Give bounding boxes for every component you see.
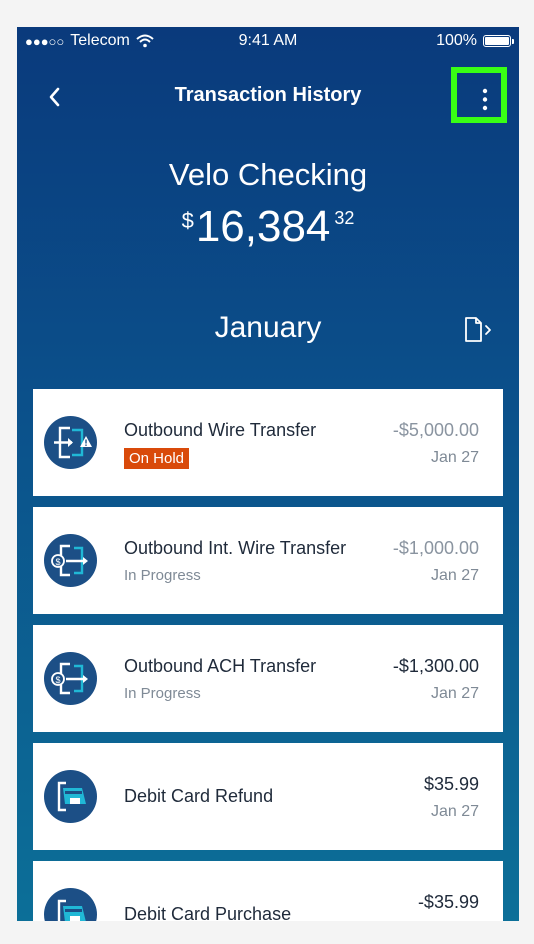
transaction-card[interactable]: Outbound Wire Transfer On Hold -$5,000.0… bbox=[33, 389, 503, 496]
export-statement-button[interactable] bbox=[461, 315, 501, 345]
transaction-card[interactable]: Debit Card Purchase -$35.99 bbox=[33, 861, 503, 921]
transaction-amount: -$5,000.00 bbox=[392, 420, 479, 440]
wire-transfer-warning-icon bbox=[44, 416, 97, 469]
transaction-status: In Progress bbox=[124, 567, 201, 584]
balance-currency: $ bbox=[181, 208, 194, 233]
transaction-date: Jan 27 bbox=[430, 685, 479, 702]
transaction-card[interactable]: Debit Card Refund $35.99 Jan 27 bbox=[33, 743, 503, 850]
battery-icon bbox=[483, 35, 514, 47]
transaction-title: Outbound Int. Wire Transfer bbox=[124, 538, 347, 558]
month-header: January bbox=[214, 311, 322, 344]
transaction-date: Jan 27 bbox=[430, 567, 479, 584]
transaction-amount: -$1,300.00 bbox=[392, 656, 479, 676]
status-badge: On Hold bbox=[124, 448, 190, 469]
battery-percent: 100% bbox=[436, 32, 477, 49]
debit-card-icon bbox=[44, 888, 97, 921]
phone-screen: ●●●○○ Telecom 9:41 AM 100% Transaction H… bbox=[17, 27, 519, 921]
navigation-bar: Transaction History bbox=[17, 65, 519, 129]
balance-whole: 16,384 bbox=[195, 202, 331, 251]
transaction-amount: $35.99 bbox=[423, 774, 479, 794]
transaction-card[interactable]: $ Outbound ACH Transfer In Progress -$1,… bbox=[33, 625, 503, 732]
document-chevron-icon bbox=[465, 317, 491, 342]
vertical-ellipsis-icon bbox=[482, 88, 488, 111]
transaction-status: In Progress bbox=[124, 685, 201, 702]
transaction-date: Jan 27 bbox=[430, 803, 479, 820]
transaction-amount: -$1,000.00 bbox=[392, 538, 479, 558]
transaction-amount: -$35.99 bbox=[417, 892, 479, 912]
status-bar: ●●●○○ Telecom 9:41 AM 100% bbox=[17, 27, 519, 55]
svg-text:$: $ bbox=[55, 675, 60, 685]
balance-cents: 32 bbox=[334, 208, 355, 228]
transaction-card[interactable]: $ Outbound Int. Wire Transfer In Progres… bbox=[33, 507, 503, 614]
transaction-date: Jan 27 bbox=[430, 449, 479, 466]
account-name: Velo Checking bbox=[168, 157, 368, 192]
page-title: Transaction History bbox=[174, 84, 362, 106]
transaction-title: Outbound ACH Transfer bbox=[124, 656, 317, 676]
money-transfer-out-icon: $ bbox=[44, 652, 97, 705]
transaction-title: Outbound Wire Transfer bbox=[124, 420, 317, 440]
status-right: 100% bbox=[436, 32, 514, 50]
debit-card-icon bbox=[44, 770, 97, 823]
svg-text:$: $ bbox=[55, 557, 60, 567]
transaction-title: Debit Card Purchase bbox=[124, 904, 292, 921]
account-balance: $16,384 32 bbox=[17, 202, 519, 252]
money-transfer-out-icon: $ bbox=[44, 534, 97, 587]
transaction-title: Debit Card Refund bbox=[124, 786, 274, 806]
more-options-button[interactable] bbox=[451, 67, 507, 123]
